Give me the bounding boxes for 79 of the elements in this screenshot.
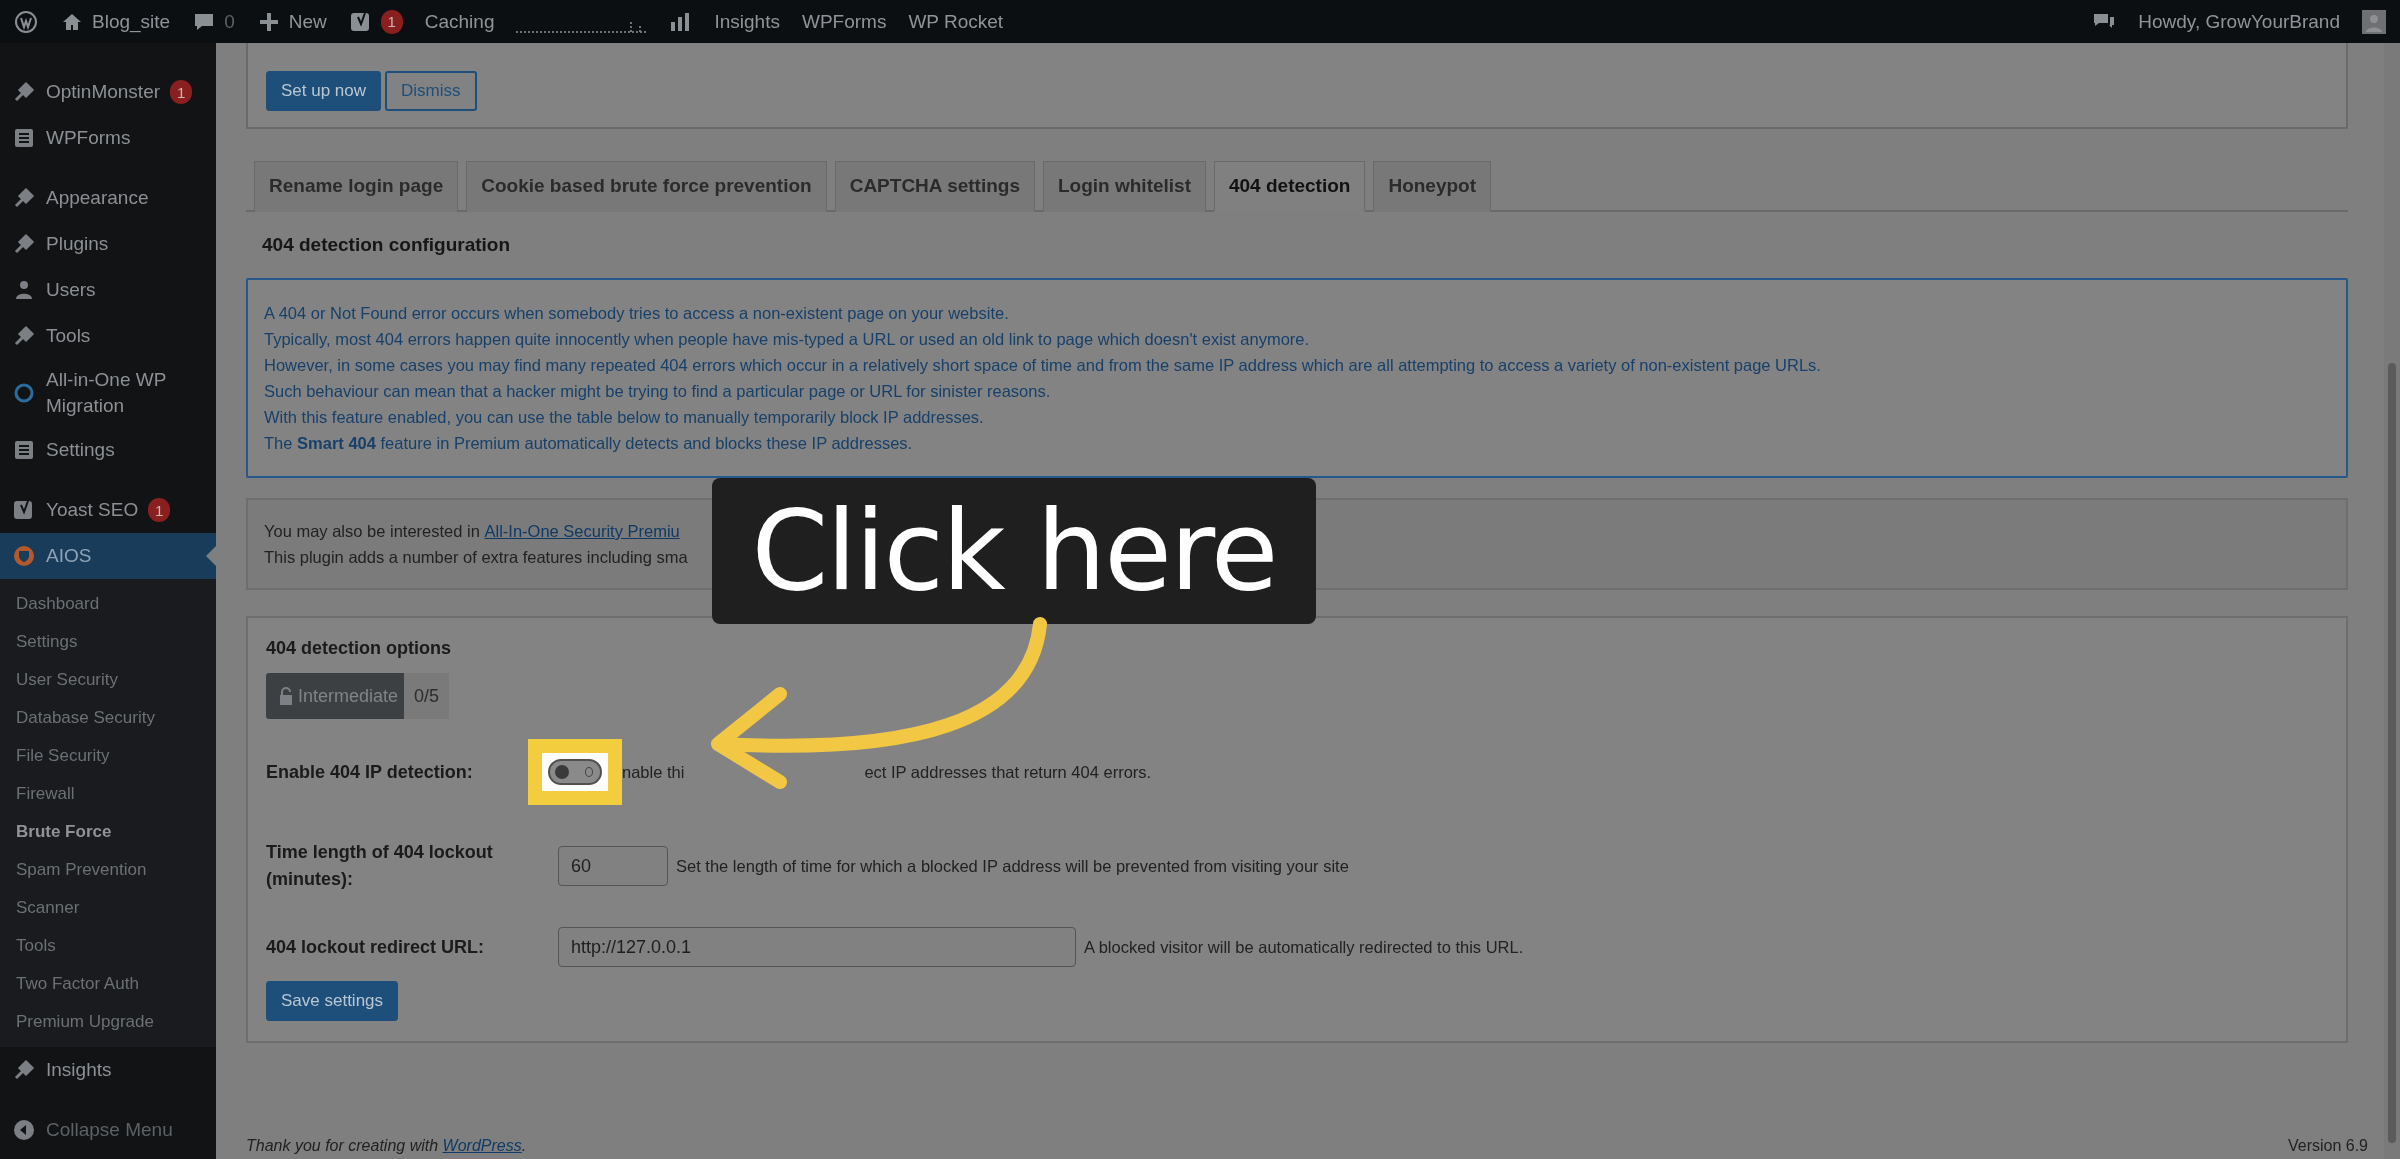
info-text: The Smart 404 feature in Premium automatically detects and blocks these IP addresses. bbox=[264, 433, 914, 454]
wordpress-link[interactable]: WordPress bbox=[442, 1137, 522, 1154]
submenu-item[interactable]: Two Factor Auth bbox=[0, 965, 216, 1003]
sidebar-item[interactable]: AIOS bbox=[0, 533, 216, 579]
sidebar-item[interactable]: Settings bbox=[0, 427, 216, 473]
tab[interactable]: Honeypot bbox=[1373, 161, 1492, 212]
submenu-item[interactable]: Premium Upgrade bbox=[0, 1003, 216, 1041]
scrollbar[interactable] bbox=[2384, 43, 2400, 1159]
info-text: Such behaviour can mean that a hacker might be trying to find a particular page or URL for sinister reasons. bbox=[264, 381, 1052, 402]
field-label: 404 lockout redirect URL: bbox=[266, 935, 486, 959]
version-label: Version 6.9 bbox=[2287, 1137, 2368, 1155]
sidebar-item[interactable]: Tools bbox=[0, 313, 216, 359]
sidebar-item[interactable]: Plugins bbox=[0, 221, 216, 267]
text-field[interactable]: http://127.0.0.1 bbox=[558, 927, 1076, 967]
left-arrow-circle-icon[interactable] bbox=[12, 1118, 36, 1142]
submenu-item[interactable]: Dashboard bbox=[0, 585, 216, 623]
toggle-switch[interactable] bbox=[548, 759, 602, 785]
form-icon bbox=[12, 126, 36, 150]
padlock-icon bbox=[278, 686, 294, 706]
notice-button[interactable]: Set up now bbox=[266, 71, 382, 111]
sidebar-item[interactable]: Users bbox=[0, 267, 216, 313]
score-label: 0/5 bbox=[404, 673, 450, 719]
submenu-item[interactable]: User Security bbox=[0, 661, 216, 699]
field-description: ect IP addresses that return 404 errors. bbox=[864, 762, 1152, 782]
account-greeting[interactable]: Howdy, GrowYourBrand bbox=[2138, 10, 2340, 33]
field-description: nable thi bbox=[622, 762, 685, 782]
save-button[interactable]: Save settings bbox=[266, 981, 399, 1021]
sidebar-item[interactable]: WPForms bbox=[0, 115, 216, 161]
toolbar-link[interactable]: WPForms bbox=[801, 10, 887, 33]
field-label: Enable 404 IP detection: bbox=[266, 760, 474, 784]
comment-count: 0 bbox=[224, 10, 235, 33]
submenu-item[interactable]: Settings bbox=[0, 623, 216, 661]
shield-icon bbox=[12, 544, 36, 568]
submenu-item[interactable]: Firewall bbox=[0, 775, 216, 813]
info-text: A 404 or Not Found error occurs when somebody tries to access a non-existent page on your website. bbox=[264, 303, 1010, 324]
wordpress-logo-icon[interactable] bbox=[14, 9, 38, 34]
section-title: 404 detection configuration bbox=[262, 234, 512, 256]
notice-text: This plugin adds a number of extra features including sma bbox=[264, 548, 688, 566]
submenu-item[interactable]: Tools bbox=[0, 927, 216, 965]
submenu-item[interactable]: Database Security bbox=[0, 699, 216, 737]
tab[interactable]: Login whitelist bbox=[1043, 161, 1206, 212]
notice-text: You may also be interested in bbox=[264, 522, 480, 540]
level-badge: Intermediate bbox=[266, 673, 405, 719]
submenu-item[interactable]: File Security bbox=[0, 737, 216, 775]
panel-title: 404 detection options bbox=[266, 638, 452, 659]
text-field[interactable]: 60 bbox=[558, 846, 668, 886]
submenu-item[interactable]: Brute Force bbox=[0, 813, 216, 851]
tab[interactable]: Rename login page bbox=[254, 161, 459, 212]
notice-button[interactable]: Dismiss bbox=[385, 71, 477, 111]
avatar-icon[interactable] bbox=[2362, 9, 2386, 34]
tab[interactable]: CAPTCHA settings bbox=[834, 161, 1035, 212]
toolbar-link[interactable]: Insights bbox=[714, 10, 780, 33]
submenu-item[interactable]: Spam Prevention bbox=[0, 851, 216, 889]
new-link[interactable]: New bbox=[288, 10, 327, 33]
toolbar-link[interactable]: WP Rocket bbox=[908, 10, 1004, 33]
info-text: With this feature enabled, you can use the table below to manually temporarily block IP addresses. bbox=[264, 407, 985, 428]
footer-text: Thank you for creating with WordPress. bbox=[246, 1137, 527, 1155]
site-name-link[interactable]: Blog_site bbox=[92, 10, 171, 33]
info-text: Typically, most 404 errors happen quite innocently when people have mis-typed a URL or used an old link to page which doesn't exist anymore. bbox=[264, 329, 1311, 350]
submenu-item[interactable]: Scanner bbox=[0, 889, 216, 927]
sidebar-item[interactable]: Yoast SEO 1 bbox=[0, 487, 216, 533]
sidebar-item[interactable]: OptinMonster 1 bbox=[0, 69, 216, 115]
tab[interactable]: 404 detection bbox=[1214, 161, 1366, 212]
notification-badge: 1 bbox=[380, 9, 403, 34]
sidebar-item[interactable]: All-in-One WP Migration bbox=[0, 359, 216, 427]
info-text: However, in some cases you may find many repeated 404 errors which occur in a relatively short space of time and from the same IP address which are all attempting to access a variety of non-existent page URLs. bbox=[264, 355, 1822, 376]
notification-badge: 1 bbox=[148, 498, 171, 522]
sidebar-item[interactable]: Insights bbox=[0, 1047, 216, 1093]
sidebar-item[interactable]: Appearance bbox=[0, 175, 216, 221]
tab[interactable]: Cookie based brute force prevention bbox=[466, 161, 827, 212]
callout-label: Click here bbox=[712, 478, 1316, 624]
collapse-menu-link[interactable]: Collapse Menu bbox=[46, 1117, 173, 1143]
field-description: A blocked visitor will be automatically redirected to this URL. bbox=[1084, 937, 1524, 957]
sliders-icon bbox=[12, 438, 36, 462]
premium-link[interactable]: All-In-One Security Premiu bbox=[484, 522, 680, 540]
field-description: Set the length of time for which a blocked IP address will be prevented from visiting your site bbox=[676, 856, 1349, 876]
notification-badge: 1 bbox=[170, 80, 193, 104]
toolbar-link[interactable]: Caching bbox=[424, 10, 495, 33]
field-label: Time length of 404 lockout (minutes): bbox=[266, 841, 494, 891]
